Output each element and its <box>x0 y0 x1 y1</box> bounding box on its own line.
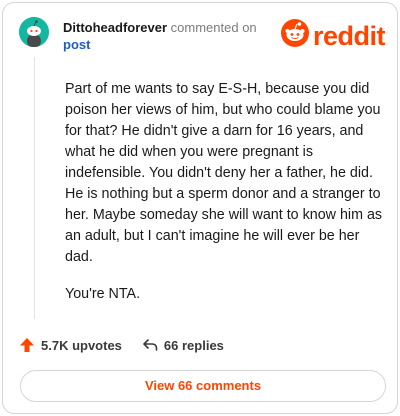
comment-actions: 5.7K upvotes 66 replies <box>19 337 224 353</box>
reddit-logo[interactable]: reddit <box>281 19 386 52</box>
post-link[interactable]: post <box>63 36 263 53</box>
thread-line[interactable] <box>34 57 35 319</box>
comment-paragraph: You're NTA. <box>65 286 141 302</box>
comment-card: Dittoheadforever commented on post reddi… <box>2 2 398 414</box>
username[interactable]: Dittoheadforever <box>63 20 167 35</box>
view-comments-button[interactable]: View 66 comments <box>20 370 386 402</box>
upvote-count: 5.7K upvotes <box>41 337 122 353</box>
reply-count: 66 replies <box>163 337 224 353</box>
upvote-arrow-icon <box>19 337 35 353</box>
comment-body: Part of me wants to say E-S-H, because y… <box>65 79 385 321</box>
reddit-snoo-icon <box>281 19 309 52</box>
reddit-wordmark: reddit <box>313 20 386 51</box>
reply-button[interactable]: 66 replies <box>142 337 224 353</box>
comment-paragraph: Part of me wants to say E-S-H, because y… <box>65 81 383 265</box>
reply-arrow-icon <box>142 337 158 353</box>
upvote-button[interactable]: 5.7K upvotes <box>19 337 122 353</box>
snoo-avatar-icon[interactable] <box>19 17 49 47</box>
comment-header: Dittoheadforever commented on post <box>63 19 263 53</box>
commented-on-text: commented on <box>170 20 257 35</box>
